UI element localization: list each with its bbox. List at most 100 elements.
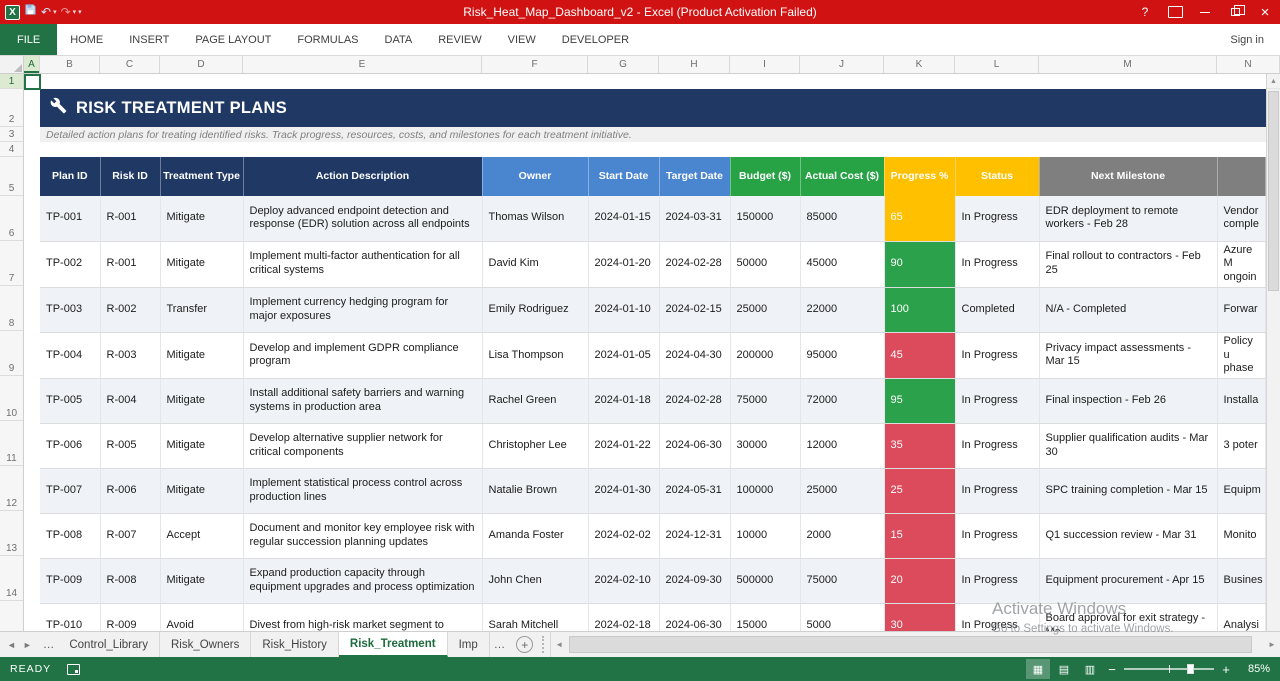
col-header-next-milestone[interactable]: Next Milestone [1039, 157, 1218, 196]
cell-overflow[interactable]: Equipm [1217, 468, 1266, 514]
column-header-k[interactable]: K [884, 56, 955, 73]
redo-dropdown-icon[interactable]: ▾ [73, 8, 77, 16]
cell-overflow[interactable]: Analysi [1217, 603, 1266, 631]
undo-icon[interactable]: ↶ [41, 6, 51, 18]
cell-overflow[interactable]: Vendor comple [1217, 196, 1266, 242]
cell-start[interactable]: 2024-02-10 [588, 558, 660, 604]
cell-actual[interactable]: 75000 [800, 558, 885, 604]
cell-plan-id[interactable]: TP-006 [40, 423, 101, 469]
cell-description[interactable]: Develop alternative supplier network for… [243, 423, 483, 469]
cell-status[interactable]: In Progress [955, 423, 1040, 469]
cell-owner[interactable]: David Kim [482, 241, 589, 288]
cell-risk-id[interactable]: R-002 [100, 287, 161, 333]
cell-overflow[interactable]: Installa [1217, 378, 1266, 424]
cell-overflow[interactable]: 3 poter [1217, 423, 1266, 469]
cell-start[interactable]: 2024-01-05 [588, 332, 660, 380]
more-sheets-right[interactable]: … [490, 632, 510, 657]
cell-actual[interactable]: 72000 [800, 378, 885, 424]
close-button[interactable]: × [1250, 0, 1280, 24]
row-header-2[interactable]: 2 [0, 89, 23, 127]
cell-target[interactable]: 2024-05-31 [659, 468, 731, 514]
cell-type[interactable]: Avoid [160, 603, 244, 631]
cell-status[interactable]: Completed [955, 287, 1040, 333]
cell-target[interactable]: 2024-06-30 [659, 603, 731, 631]
cell-overflow[interactable]: Busines [1217, 558, 1266, 604]
cell-budget[interactable]: 100000 [730, 468, 801, 514]
cell-status[interactable]: In Progress [955, 513, 1040, 559]
column-header-j[interactable]: J [800, 56, 884, 73]
sign-in-link[interactable]: Sign in [1230, 24, 1280, 55]
row-header-14[interactable]: 14 [0, 556, 23, 601]
cell-type[interactable]: Mitigate [160, 196, 244, 242]
row-header-9[interactable]: 9 [0, 331, 23, 376]
cell-actual[interactable]: 2000 [800, 513, 885, 559]
col-header-treatment-type[interactable]: Treatment Type [160, 157, 244, 196]
cell-actual[interactable]: 22000 [800, 287, 885, 333]
more-sheets-left[interactable]: … [39, 632, 59, 657]
cell-type[interactable]: Mitigate [160, 378, 244, 424]
cell-actual[interactable]: 45000 [800, 241, 885, 288]
column-header-d[interactable]: D [160, 56, 243, 73]
cell-progress[interactable]: 45 [884, 332, 956, 380]
select-all-corner[interactable] [0, 56, 24, 73]
sheet-tab-control-library[interactable]: Control_Library [58, 632, 160, 657]
column-header-m[interactable]: M [1039, 56, 1217, 73]
cell-progress[interactable]: 25 [884, 468, 956, 514]
row-header-1[interactable]: 1 [0, 74, 23, 89]
cell-status[interactable]: In Progress [955, 468, 1040, 514]
cell-overflow[interactable]: Forwar [1217, 287, 1266, 333]
row-header-6[interactable]: 6 [0, 196, 23, 241]
cell-description[interactable]: Expand production capacity through equip… [243, 558, 483, 604]
sheet-tab-risk-history[interactable]: Risk_History [251, 632, 339, 657]
cell-owner[interactable]: Thomas Wilson [482, 196, 589, 242]
col-header-actual-cost[interactable]: Actual Cost ($) [800, 157, 885, 196]
cell-overflow[interactable]: Monito [1217, 513, 1266, 559]
row-header-5[interactable]: 5 [0, 157, 23, 196]
cell-type[interactable]: Mitigate [160, 241, 244, 288]
cell-description[interactable]: Implement statistical process control ac… [243, 468, 483, 514]
vertical-scrollbar[interactable]: ▲ [1266, 74, 1280, 631]
column-header-i[interactable]: I [730, 56, 800, 73]
restore-button[interactable] [1220, 0, 1250, 24]
cell-milestone[interactable]: Q1 succession review - Mar 31 [1039, 513, 1218, 559]
cell-milestone[interactable]: Privacy impact assessments - Mar 15 [1039, 332, 1218, 380]
sheet-nav-left-icon[interactable]: ◄ [7, 640, 16, 650]
excel-app-icon[interactable]: X [5, 4, 20, 20]
cell-description[interactable]: Divest from high-risk market segment to [243, 603, 483, 631]
ribbon-tab-review[interactable]: REVIEW [425, 24, 494, 55]
cell-description[interactable]: Document and monitor key employee risk w… [243, 513, 483, 559]
col-header-action-description[interactable]: Action Description [243, 157, 483, 196]
cell-risk-id[interactable]: R-006 [100, 468, 161, 514]
cell-risk-id[interactable]: R-008 [100, 558, 161, 604]
selected-cell-a1[interactable] [24, 74, 41, 90]
cell-milestone[interactable]: Supplier qualification audits - Mar 30 [1039, 423, 1218, 469]
cell-description[interactable]: Develop and implement GDPR compliance pr… [243, 332, 483, 380]
new-sheet-button[interactable]: + [516, 636, 534, 653]
cell-status[interactable]: In Progress [955, 558, 1040, 604]
cell-target[interactable]: 2024-04-30 [659, 332, 731, 380]
hscroll-track[interactable] [567, 636, 1264, 653]
minimize-button[interactable] [1190, 0, 1220, 24]
normal-view-button[interactable]: ▦ [1026, 659, 1050, 679]
cell-start[interactable]: 2024-02-02 [588, 513, 660, 559]
cell-status[interactable]: In Progress [955, 196, 1040, 242]
cell-budget[interactable]: 500000 [730, 558, 801, 604]
ribbon-display-options-button[interactable] [1160, 0, 1190, 24]
col-header-plan-id[interactable]: Plan ID [40, 157, 101, 196]
cell-plan-id[interactable]: TP-004 [40, 332, 101, 380]
cell-risk-id[interactable]: R-001 [100, 241, 161, 288]
cell-actual[interactable]: 12000 [800, 423, 885, 469]
row-header-8[interactable]: 8 [0, 286, 23, 331]
ribbon-tab-file[interactable]: FILE [0, 24, 58, 55]
column-header-b[interactable]: B [40, 56, 100, 73]
row-header-11[interactable]: 11 [0, 421, 23, 466]
macro-record-icon[interactable] [67, 663, 81, 675]
cell-owner[interactable]: Lisa Thompson [482, 332, 589, 380]
cell-plan-id[interactable]: TP-002 [40, 241, 101, 288]
column-header-f[interactable]: F [482, 56, 588, 73]
cell-description[interactable]: Deploy advanced endpoint detection and r… [243, 196, 483, 242]
col-header-progress[interactable]: Progress % [884, 157, 956, 196]
cell-progress[interactable]: 35 [884, 423, 956, 469]
cell-owner[interactable]: John Chen [482, 558, 589, 604]
cell-description[interactable]: Install additional safety barriers and w… [243, 378, 483, 424]
